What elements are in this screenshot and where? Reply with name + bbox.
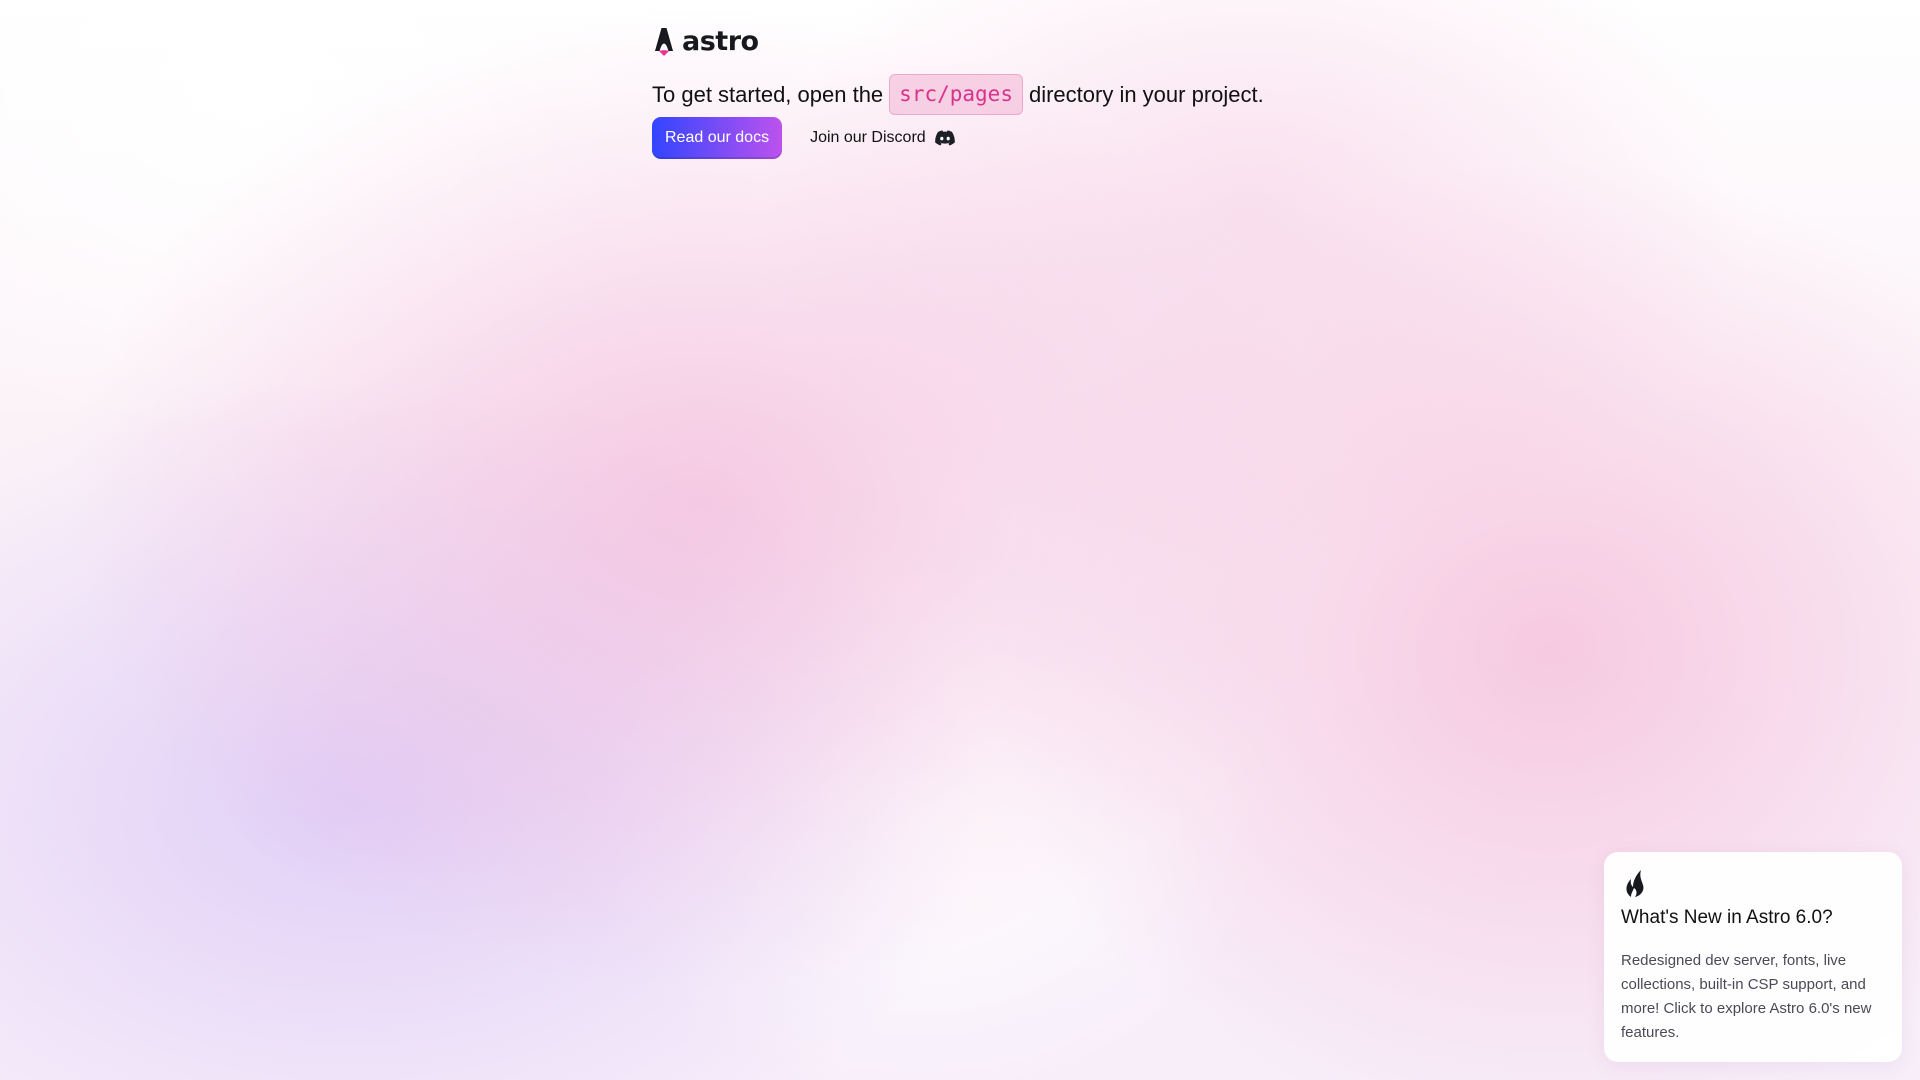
astro-mark-icon bbox=[655, 28, 673, 56]
intro-text-after: directory in your project. bbox=[1028, 81, 1264, 107]
discord-link-label: Join our Discord bbox=[810, 129, 926, 146]
whats-new-description: Redesigned dev server, fonts, live colle… bbox=[1621, 952, 1872, 1041]
whats-new-card[interactable]: What's New in Astro 6.0? Redesigned dev … bbox=[1604, 852, 1902, 1062]
main-content: astro To get started, open the src/pages… bbox=[652, 24, 1412, 159]
flame-icon bbox=[1626, 870, 1644, 897]
astro-logo: astro bbox=[652, 24, 1412, 58]
discord-icon bbox=[934, 130, 955, 146]
astro-wordmark: astro bbox=[682, 25, 759, 57]
join-discord-link[interactable]: Join our Discord bbox=[810, 129, 956, 147]
pages-directory-code: src/pages bbox=[889, 74, 1023, 115]
whats-new-title: What's New in Astro 6.0? bbox=[1621, 907, 1833, 928]
action-links: Read our docs Join our Discord bbox=[652, 117, 1412, 159]
getting-started-text: To get started, open the src/pages direc… bbox=[652, 74, 1412, 115]
read-docs-button[interactable]: Read our docs bbox=[652, 117, 783, 159]
intro-text-before: To get started, open the bbox=[652, 81, 884, 107]
